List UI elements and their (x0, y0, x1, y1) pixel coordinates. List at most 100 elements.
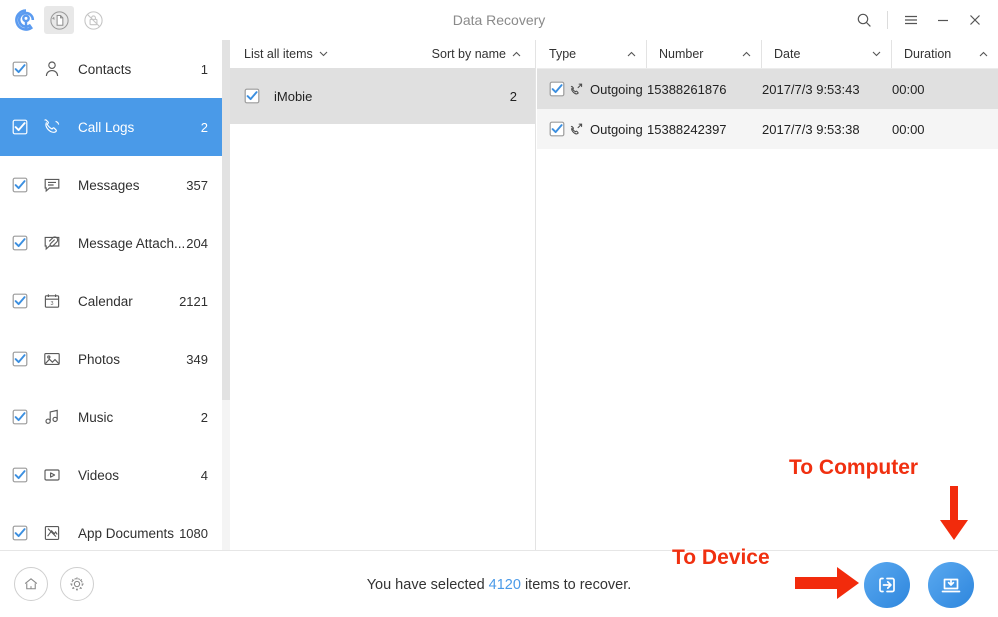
column-header-type[interactable]: Type (537, 40, 647, 68)
contact-person-icon (45, 61, 59, 77)
sidebar-item-calendar[interactable]: 3 Calendar 2121 (0, 272, 222, 330)
sidebar-scrollbar[interactable] (222, 40, 230, 550)
sidebar-item-music[interactable]: Music 2 (0, 388, 222, 446)
checkbox-icon[interactable] (12, 235, 28, 251)
sidebar-item-checkbox[interactable] (12, 525, 42, 541)
sidebar-item-contacts[interactable]: Contacts 1 (0, 40, 222, 98)
recover-to-computer-button[interactable] (928, 562, 974, 608)
sidebar-scrollbar-thumb[interactable] (222, 40, 230, 400)
sidebar-item-count: 2 (200, 119, 208, 135)
column-header-label: Duration (904, 47, 952, 61)
list-item-count: 2 (509, 88, 517, 104)
phone-handset-icon (42, 117, 78, 137)
column-header-label: Type (549, 47, 577, 61)
svg-text:3: 3 (51, 301, 54, 307)
status-count: 4120 (488, 576, 521, 593)
sort-label: Sort by name (431, 47, 506, 61)
checkbox-icon[interactable] (244, 88, 260, 104)
checkbox-icon[interactable] (12, 293, 28, 309)
column-header-duration[interactable]: Duration (892, 40, 998, 68)
sidebar-item-checkbox[interactable] (12, 119, 42, 135)
app-window: Data Recovery Contacts 1 Call Logs 2 Mes… (0, 0, 998, 617)
sidebar-item-label: App Documents (78, 525, 175, 541)
table-cell-number: 15388242397 (647, 121, 727, 137)
chevron-down-icon (872, 51, 881, 57)
sidebar-item-checkbox[interactable] (12, 61, 42, 77)
sidebar-item-checkbox[interactable] (12, 235, 42, 251)
list-item[interactable]: iMobie 2 (230, 68, 535, 124)
sidebar-item-messages[interactable]: Messages 357 (0, 156, 222, 214)
logo-group (0, 6, 108, 34)
title-bar: Data Recovery (0, 0, 998, 40)
recover-to-device-button[interactable] (864, 562, 910, 608)
table-row[interactable]: Outgoing 15388261876 2017/7/3 9:53:43 00:00 (537, 69, 998, 109)
window-controls (849, 0, 990, 40)
checkbox-icon[interactable] (549, 121, 565, 137)
column-header-date[interactable]: Date (762, 40, 892, 68)
sidebar-item-photos[interactable]: Photos 349 (0, 330, 222, 388)
checkbox-icon[interactable] (12, 409, 28, 425)
sidebar-item-checkbox[interactable] (12, 177, 42, 193)
sidebar-item-count: 1080 (179, 525, 208, 541)
imobie-p-logo-icon (12, 6, 40, 34)
sidebar-item-label: Calendar (78, 293, 133, 309)
table-cell-duration: 00:00 (892, 121, 925, 137)
sidebar-item-count: 2 (200, 409, 208, 425)
sidebar-item-checkbox[interactable] (12, 409, 42, 425)
group-list-header: List all items Sort by name (230, 40, 535, 68)
music-note-icon (42, 407, 78, 427)
sidebar-item-message-attach[interactable]: Message Attach... 204 (0, 214, 222, 272)
table-cell-type: Outgoing (569, 122, 647, 137)
locked-backup-icon[interactable] (78, 6, 108, 34)
filter-label: List all items (244, 47, 313, 61)
table-cell-duration: 00:00 (892, 81, 925, 97)
checkbox-icon[interactable] (12, 177, 28, 193)
outgoing-call-icon (570, 123, 583, 135)
group-list-rows: iMobie 2 (230, 68, 535, 124)
minimize-icon[interactable] (928, 5, 958, 35)
sidebar-item-label: Message Attach... (78, 235, 186, 251)
close-icon[interactable] (960, 5, 990, 35)
annotation-to-computer: To Computer (789, 456, 919, 479)
checkbox-icon[interactable] (12, 525, 28, 541)
sidebar-item-call-logs[interactable]: Call Logs 2 (0, 98, 222, 156)
sidebar-item-checkbox[interactable] (12, 351, 42, 367)
status-suffix: items to recover. (524, 576, 632, 593)
column-header-number[interactable]: Number (647, 40, 762, 68)
table-row[interactable]: Outgoing 15388242397 2017/7/3 9:53:38 00:00 (537, 109, 998, 149)
video-play-icon (44, 469, 60, 481)
table-row-checkbox[interactable] (537, 121, 569, 137)
message-attachment-icon (44, 236, 60, 251)
message-attachment-icon (42, 233, 78, 253)
hamburger-menu-icon[interactable] (896, 5, 926, 35)
list-item-checkbox[interactable] (244, 88, 274, 104)
list-item-label: iMobie (274, 88, 313, 104)
checkbox-icon[interactable] (549, 81, 565, 97)
checkbox-icon[interactable] (12, 61, 28, 77)
sidebar-item-checkbox[interactable] (12, 293, 42, 309)
contact-person-icon (42, 59, 78, 79)
sidebar-item-app-documents[interactable]: App Documents 1080 (0, 504, 222, 550)
sidebar-item-count: 357 (186, 177, 208, 193)
search-icon[interactable] (849, 5, 879, 35)
sidebar-item-checkbox[interactable] (12, 467, 42, 483)
column-header-label: Date (774, 47, 801, 61)
checkbox-icon[interactable] (12, 351, 28, 367)
table-cell-type: Outgoing (569, 82, 647, 97)
sidebar-item-count: 204 (186, 235, 208, 251)
calendar-icon: 3 (42, 291, 78, 311)
table-cell-date: 2017/7/3 9:53:38 (762, 121, 860, 137)
table-row-checkbox[interactable] (537, 81, 569, 97)
sort-dropdown[interactable]: Sort by name (432, 47, 521, 61)
sidebar: Contacts 1 Call Logs 2 Messages 357 Message At… (0, 40, 222, 550)
table-header-row: Type Number Date Duration (537, 40, 998, 68)
document-restore-icon[interactable] (44, 6, 74, 34)
chevron-up-icon (512, 51, 521, 57)
filter-dropdown[interactable]: List all items (244, 47, 328, 61)
checkbox-icon[interactable] (12, 467, 28, 483)
sidebar-item-videos[interactable]: Videos 4 (0, 446, 222, 504)
table-cell-number: 15388261876 (647, 81, 727, 97)
recover-to-computer-icon (941, 578, 961, 593)
checkbox-icon[interactable] (12, 119, 28, 135)
sidebar-item-label: Messages (78, 177, 140, 193)
